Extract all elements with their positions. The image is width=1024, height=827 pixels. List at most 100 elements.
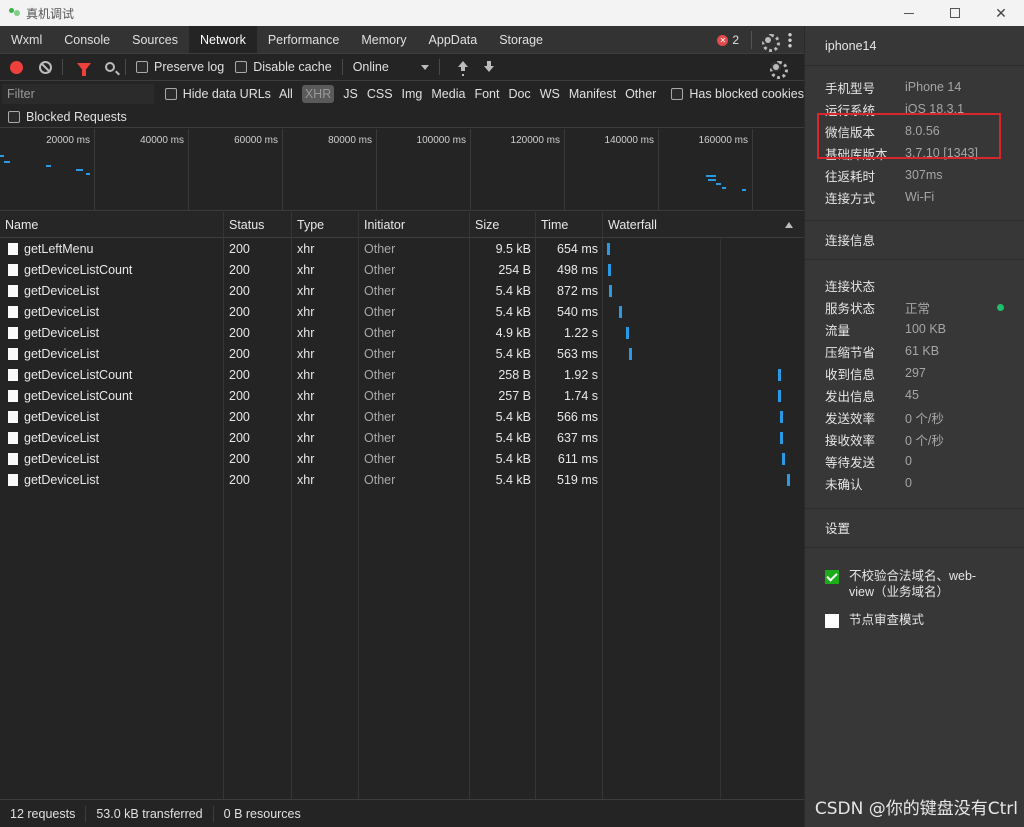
request-name[interactable]: getDeviceList (24, 410, 99, 424)
table-row[interactable]: getDeviceListCount 200 xhr Other 257 B 1.74 s (0, 385, 804, 406)
column-header-waterfall[interactable]: Waterfall (603, 212, 803, 237)
filter-type-all[interactable]: All (279, 87, 293, 101)
request-size: 257 B (498, 388, 531, 403)
request-name[interactable]: getDeviceList (24, 452, 99, 466)
blocked-requests-checkbox[interactable]: Blocked Requests (8, 110, 127, 124)
request-name[interactable]: getDeviceListCount (24, 368, 132, 382)
checkbox-unchecked-icon[interactable] (825, 614, 839, 628)
waterfall-bar[interactable] (778, 369, 781, 381)
export-har-icon[interactable] (483, 61, 494, 73)
tab-sources[interactable]: Sources (121, 26, 189, 53)
settings-gear-icon[interactable] (760, 32, 780, 52)
filter-type-css[interactable]: CSS (367, 87, 393, 101)
waterfall-bar[interactable] (607, 243, 610, 255)
checkbox-box[interactable] (164, 87, 177, 100)
more-options-icon[interactable] (788, 32, 792, 48)
tab-storage[interactable]: Storage (488, 26, 554, 53)
table-row[interactable]: getDeviceListCount 200 xhr Other 258 B 1.92 s (0, 364, 804, 385)
search-icon[interactable] (105, 62, 115, 72)
waterfall-bar[interactable] (629, 348, 632, 360)
node-inspect-mode-setting[interactable]: 节点审查模式 (805, 612, 1024, 628)
request-name[interactable]: getDeviceList (24, 347, 99, 361)
checkbox-box[interactable] (235, 61, 248, 73)
filter-type-ws[interactable]: WS (540, 87, 560, 101)
filter-type-xhr[interactable]: XHR (301, 84, 335, 103)
filter-type-img[interactable]: Img (402, 87, 423, 101)
waterfall-bar[interactable] (787, 474, 790, 486)
filter-input[interactable]: Filter (2, 83, 154, 104)
waterfall-bar[interactable] (619, 306, 622, 318)
waterfall-bar[interactable] (626, 327, 629, 339)
filter-type-media[interactable]: Media (431, 87, 465, 101)
resources-size: 0 B resources (223, 806, 301, 821)
table-row[interactable]: getDeviceList 200 xhr Other 5.4 kB 637 ms (0, 427, 804, 448)
network-settings-gear-icon[interactable] (768, 59, 788, 79)
filter-type-js[interactable]: JS (343, 87, 358, 101)
import-har-icon[interactable] (457, 61, 468, 73)
waterfall-bar[interactable] (782, 453, 785, 465)
overview-tick-label: 20000 ms (46, 135, 90, 146)
close-button[interactable]: ✕ (978, 0, 1024, 26)
waterfall-bar[interactable] (780, 411, 783, 423)
request-name[interactable]: getDeviceList (24, 326, 99, 340)
filter-type-doc[interactable]: Doc (508, 87, 530, 101)
checkbox-box[interactable] (136, 61, 148, 73)
checkbox-checked-icon[interactable] (825, 570, 839, 584)
column-header-name[interactable]: Name (0, 212, 224, 237)
filter-type-manifest[interactable]: Manifest (569, 87, 616, 101)
throttling-select[interactable]: Online (353, 60, 429, 74)
column-header-time[interactable]: Time (536, 212, 603, 237)
waterfall-bar[interactable] (778, 390, 781, 402)
waterfall-bar[interactable] (780, 432, 783, 444)
request-name[interactable]: getDeviceList (24, 473, 99, 487)
divider (751, 31, 752, 49)
table-row[interactable]: getDeviceList 200 xhr Other 5.4 kB 611 ms (0, 448, 804, 469)
filter-icon[interactable] (77, 62, 91, 76)
table-row[interactable]: getDeviceList 200 xhr Other 5.4 kB 519 ms (0, 469, 804, 490)
tab-appdata[interactable]: AppData (418, 26, 489, 53)
table-row[interactable]: getDeviceList 200 xhr Other 4.9 kB 1.22 s (0, 322, 804, 343)
column-header-initiator[interactable]: Initiator (359, 212, 470, 237)
tab-performance[interactable]: Performance (257, 26, 351, 53)
has-blocked-cookies-checkbox[interactable]: Has blocked cookies (671, 87, 804, 101)
request-type: xhr (297, 262, 315, 277)
tab-wxml[interactable]: Wxml (0, 26, 53, 53)
record-button[interactable] (10, 60, 23, 74)
error-count-badge[interactable]: ✕ 2 (717, 33, 739, 47)
maximize-button[interactable] (932, 0, 978, 26)
column-header-type[interactable]: Type (292, 212, 359, 237)
waterfall-bar[interactable] (608, 264, 611, 276)
request-name[interactable]: getDeviceList (24, 284, 99, 298)
checkbox-box[interactable] (671, 87, 684, 100)
tab-console[interactable]: Console (53, 26, 121, 53)
preserve-log-checkbox[interactable]: Preserve log (136, 60, 224, 74)
request-name[interactable]: getLeftMenu (24, 242, 94, 256)
skip-domain-check-setting[interactable]: 不校验合法域名、web-view（业务域名） (805, 568, 1024, 600)
column-header-status[interactable]: Status (224, 212, 292, 237)
wechat-devtools-icon (8, 6, 22, 20)
clear-icon[interactable] (39, 60, 52, 74)
table-row[interactable]: getDeviceList 200 xhr Other 5.4 kB 872 ms (0, 280, 804, 301)
table-row[interactable]: getDeviceList 200 xhr Other 5.4 kB 563 ms (0, 343, 804, 364)
network-overview-timeline[interactable]: 20000 ms 40000 ms 60000 ms 80000 ms 100000 m… (0, 129, 804, 211)
hide-data-urls-checkbox[interactable]: Hide data URLs (164, 87, 271, 101)
request-name[interactable]: getDeviceListCount (24, 389, 132, 403)
request-name[interactable]: getDeviceList (24, 431, 99, 445)
filter-type-font[interactable]: Font (474, 87, 499, 101)
filter-type-other[interactable]: Other (625, 87, 656, 101)
table-row[interactable]: getDeviceList 200 xhr Other 5.4 kB 540 ms (0, 301, 804, 322)
column-header-size[interactable]: Size (470, 212, 536, 237)
minimize-button[interactable] (886, 0, 932, 26)
request-name[interactable]: getDeviceListCount (24, 263, 132, 277)
tab-memory[interactable]: Memory (350, 26, 417, 53)
table-row[interactable]: getLeftMenu 200 xhr Other 9.5 kB 654 ms (0, 238, 804, 259)
tab-network[interactable]: Network (188, 26, 257, 53)
request-initiator: Other (364, 325, 396, 340)
checkbox-box[interactable] (8, 110, 20, 123)
request-name[interactable]: getDeviceList (24, 305, 99, 319)
disable-cache-checkbox[interactable]: Disable cache (235, 60, 332, 74)
table-row[interactable]: getDeviceListCount 200 xhr Other 254 B 498 ms (0, 259, 804, 280)
error-icon: ✕ (717, 34, 729, 46)
waterfall-bar[interactable] (609, 285, 612, 297)
table-row[interactable]: getDeviceList 200 xhr Other 5.4 kB 566 ms (0, 406, 804, 427)
